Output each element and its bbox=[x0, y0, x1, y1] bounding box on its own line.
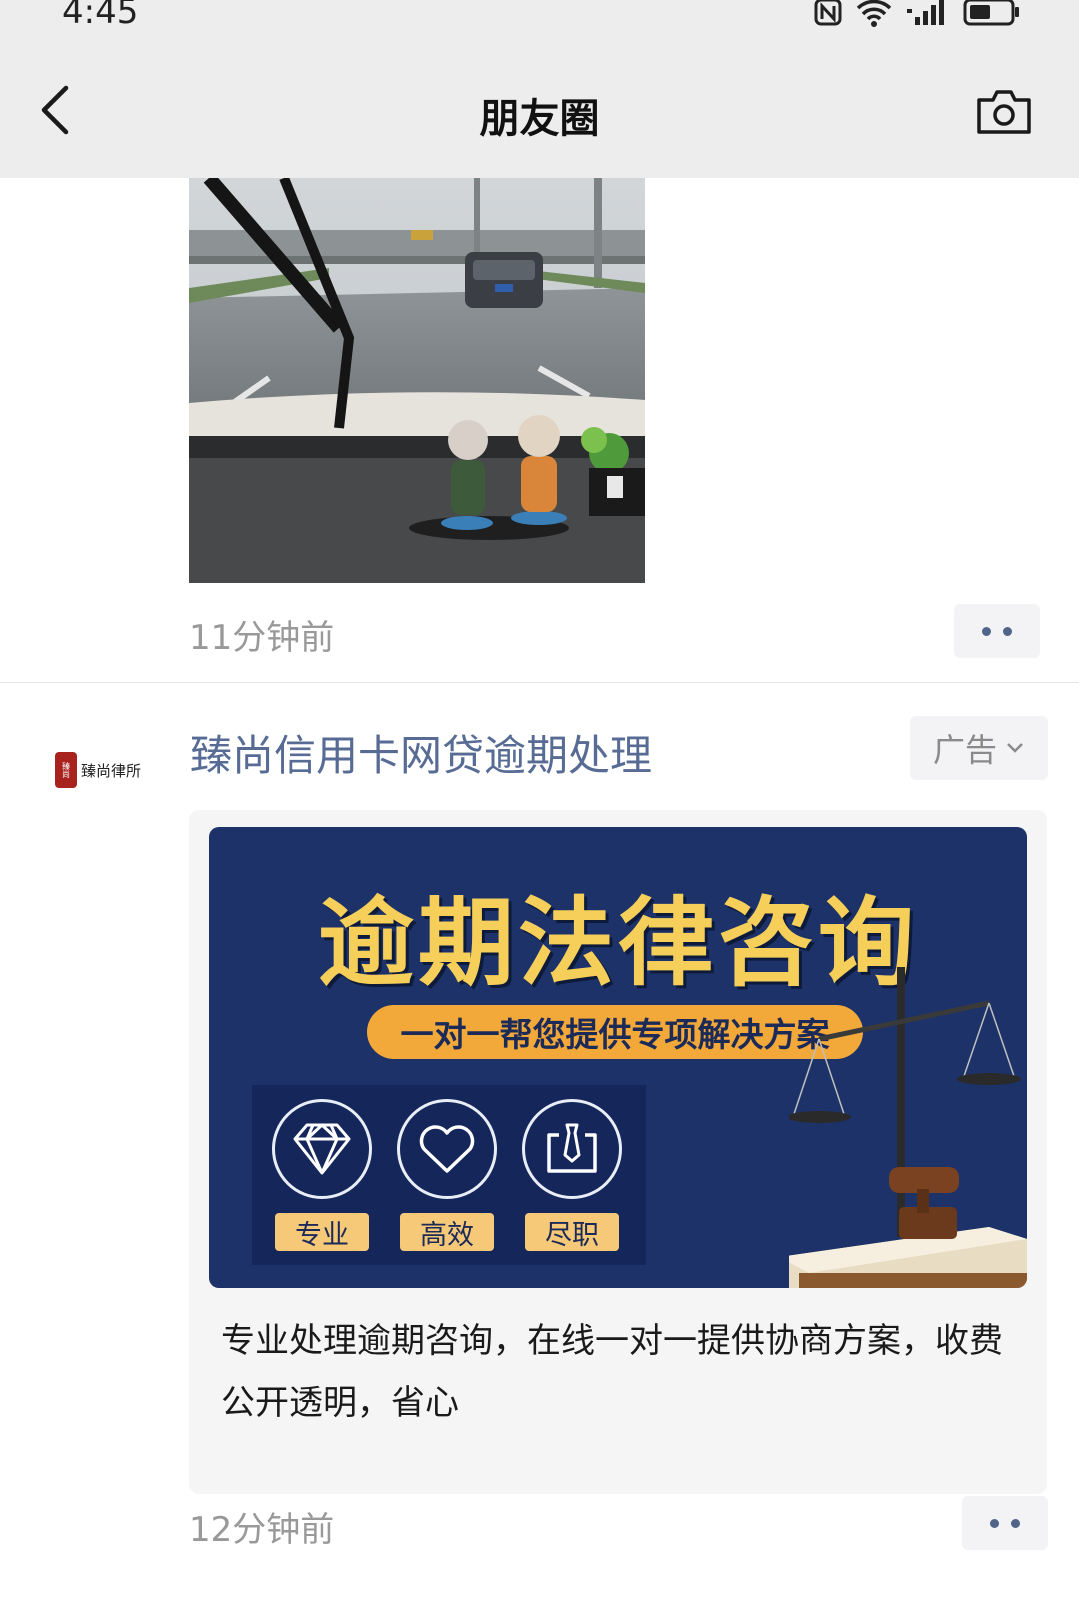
nfc-icon bbox=[814, 0, 842, 26]
feature-circle bbox=[522, 1099, 622, 1199]
advertiser-name[interactable]: 臻尚信用卡网贷逾期处理 bbox=[190, 722, 652, 783]
dot bbox=[990, 1518, 999, 1528]
post-time: 11分钟前 bbox=[189, 618, 335, 658]
chevron-down-icon bbox=[1007, 743, 1023, 753]
divider bbox=[0, 682, 1079, 683]
battery-icon bbox=[963, 0, 1019, 26]
nav-bar: 朋友圈 bbox=[0, 44, 1079, 178]
dot bbox=[1011, 1518, 1020, 1528]
banner-features: 专业 高效 尽职 bbox=[252, 1085, 646, 1265]
dashboard-road-photo bbox=[189, 178, 645, 583]
signal-icon bbox=[907, 0, 944, 25]
tie-icon bbox=[547, 1123, 597, 1173]
page-title: 朋友圈 bbox=[479, 96, 600, 142]
feature-efficient: 高效 bbox=[392, 1099, 502, 1264]
ad-card[interactable]: 逾期法律咨询 一对一帮您提供专项解决方案 专业 高效 尽职 专业处理逾期咨询，在… bbox=[189, 810, 1047, 1494]
ad-tag-button[interactable]: 广告 bbox=[910, 716, 1048, 780]
feature-professional: 专业 bbox=[267, 1099, 377, 1264]
feature-diligent: 尽职 bbox=[517, 1099, 627, 1264]
ad-tag-label: 广告 bbox=[932, 731, 997, 769]
feature-circle bbox=[272, 1099, 372, 1199]
ad-description: 专业处理逾期咨询，在线一对一提供协商方案，收费公开透明，省心 bbox=[221, 1321, 1003, 1423]
camera-icon[interactable] bbox=[975, 86, 1033, 136]
avatar-text: 臻尚律所 bbox=[81, 761, 142, 780]
ad-more-button[interactable] bbox=[962, 1496, 1048, 1550]
ad-banner[interactable]: 逾期法律咨询 一对一帮您提供专项解决方案 专业 高效 尽职 bbox=[209, 827, 1027, 1288]
feature-label: 尽职 bbox=[525, 1213, 619, 1251]
heart-icon bbox=[419, 1125, 475, 1173]
post-more-button[interactable] bbox=[954, 604, 1040, 658]
dot bbox=[982, 626, 991, 636]
status-time: 4:45 bbox=[62, 0, 139, 32]
status-icons bbox=[813, 0, 1021, 30]
logo-seal-icon: 臻尚 bbox=[55, 752, 77, 788]
status-bar: 4:45 bbox=[0, 0, 1079, 44]
wifi-icon bbox=[856, 0, 892, 27]
feature-label: 高效 bbox=[400, 1213, 494, 1251]
dot bbox=[1003, 626, 1012, 636]
diamond-icon bbox=[293, 1123, 351, 1175]
feature-circle bbox=[397, 1099, 497, 1199]
post-photo[interactable] bbox=[189, 178, 645, 583]
feature-label: 专业 bbox=[275, 1213, 369, 1251]
ad-time: 12分钟前 bbox=[189, 1510, 335, 1550]
advertiser-avatar[interactable]: 臻尚 臻尚律所 bbox=[55, 735, 161, 805]
justice-scale-icon bbox=[789, 967, 1027, 1288]
